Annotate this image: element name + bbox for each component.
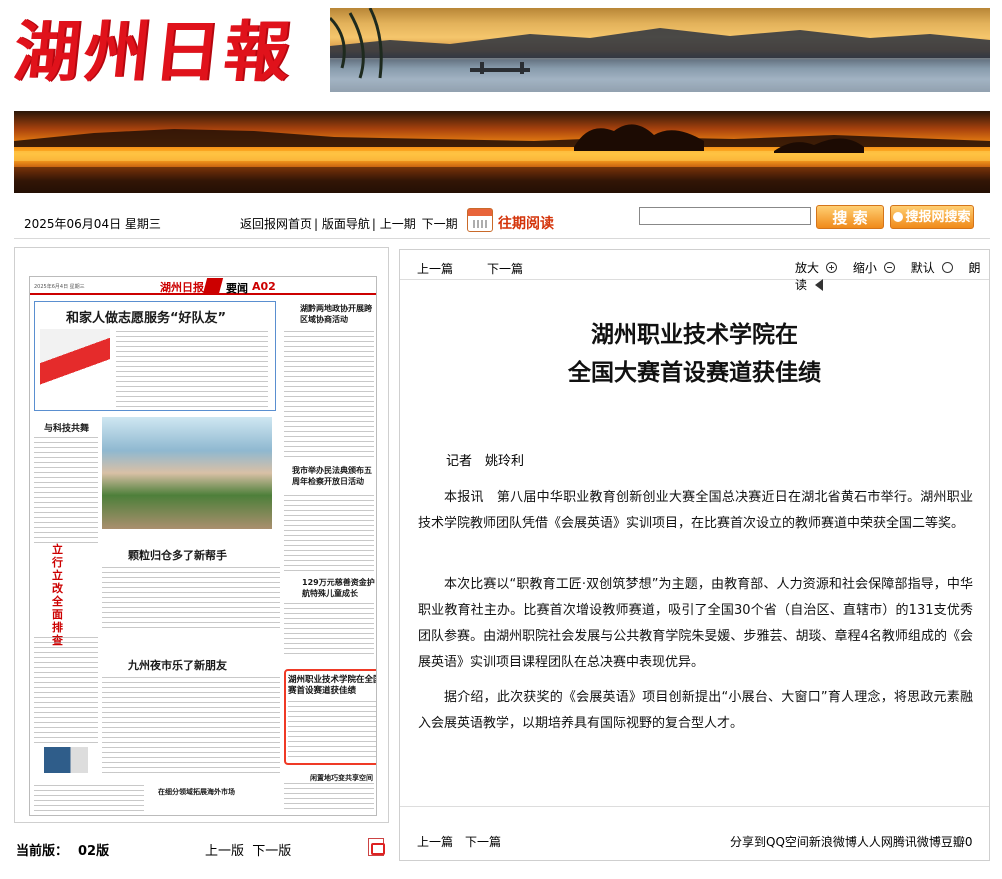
header-banner-sunset — [14, 111, 990, 193]
logo-text: 湖州日報 — [9, 13, 299, 91]
thumb-page-code: A02 — [252, 280, 276, 293]
top-toolbar: 2025年06月04日 星期三 返回报网首页 | 版面导航 | 上一期 下一期 往期… — [14, 203, 990, 239]
thumb-text-block — [102, 677, 280, 777]
link-next-issue[interactable]: 下一期 — [422, 217, 458, 231]
article-byline: 记者 姚玲利 — [446, 454, 525, 469]
article-paragraph-3: 据介绍，此次获奖的《会展英语》项目创新提出“小展台、大窗口”育人理念，将思政元素… — [418, 690, 973, 731]
pdf-icon[interactable] — [368, 838, 385, 856]
bottom-next-article-link[interactable]: 下一篇 — [465, 833, 501, 850]
thumb-headline-5[interactable]: 颗粒归仓多了新帮手 — [128, 547, 227, 563]
current-edition-value: 02版 — [78, 844, 110, 859]
thumb-text-block — [284, 331, 374, 461]
article-paragraph-2: 本次比赛以“职教育工匠·双创筑梦想”为主题，由教育部、人力资源和社会保障部指导，… — [418, 577, 973, 670]
article-title-line-2: 全国大赛首设赛道获佳绩 — [568, 360, 821, 386]
thumb-text-block — [116, 331, 268, 407]
thumb-headline-9[interactable]: 湖州职业技术学院在全国大赛首设赛道获佳绩 — [288, 675, 376, 697]
zoom-out-label: 缩小 — [852, 261, 877, 275]
link-page-nav[interactable]: 版面导航 — [322, 217, 370, 231]
article-top-bar: 上一篇 下一篇 放大 缩小 默认 朗读 — [400, 250, 989, 292]
plus-icon — [826, 262, 838, 273]
thumb-text-block — [34, 637, 98, 743]
prev-page-link[interactable]: 上一版 — [205, 844, 244, 859]
link-home[interactable]: 返回报网首页 — [240, 217, 312, 231]
thumb-text-block — [288, 701, 376, 761]
thumb-image-volunteer — [40, 329, 110, 389]
article-paragraph-1: 本报讯 第八届中华职业教育创新创业大赛全国总决赛近日在湖北省黄石市举行。湖州职业… — [418, 490, 973, 531]
thumb-text-block — [34, 785, 144, 813]
thumb-masthead: 2025年6月4日 星期三 湖州日报 要闻 A02 — [30, 277, 376, 295]
date-text: 2025年06月04日 — [24, 217, 122, 231]
article-title-line-1: 湖州职业技术学院在 — [591, 322, 798, 348]
share-links[interactable]: 分享到QQ空间新浪微博人人网腾讯微博豆瓣0 — [730, 833, 973, 850]
page-navigation: 上一版 下一版 — [205, 840, 291, 859]
thumb-text-block — [102, 567, 280, 631]
banner-lake-scene — [330, 8, 990, 92]
thumb-text-block — [284, 783, 374, 813]
default-size-button[interactable]: 默认 — [911, 261, 959, 275]
page-preview-panel: 2025年6月4日 星期三 湖州日报 要闻 A02 和家人做志愿服务“好队友” … — [14, 247, 389, 823]
thumb-mark — [202, 278, 224, 294]
header-banner-lake — [330, 8, 990, 92]
page-thumbnail[interactable]: 2025年6月4日 星期三 湖州日报 要闻 A02 和家人做志愿服务“好队友” … — [29, 276, 377, 816]
thumb-headline-6[interactable]: 129万元慈善资金护航特殊儿童成长 — [302, 577, 376, 599]
thumb-text-block — [284, 603, 374, 657]
next-article-link[interactable]: 下一篇 — [487, 260, 523, 277]
circle-icon — [941, 262, 953, 273]
past-issues-link[interactable]: 往期阅读 — [498, 213, 554, 233]
thumb-headline-4[interactable]: 我市举办民法典颁布五周年检察开放日活动 — [292, 465, 376, 487]
article-title: 湖州职业技术学院在 全国大赛首设赛道获佳绩 — [400, 316, 989, 392]
thumb-headline-1[interactable]: 和家人做志愿服务“好队友” — [66, 307, 226, 326]
weekday-text: 星期三 — [124, 217, 161, 231]
default-label: 默认 — [910, 261, 935, 275]
thumb-date: 2025年6月4日 星期三 — [34, 284, 85, 290]
thumb-text-block — [34, 437, 98, 547]
bottom-prev-article-link[interactable]: 上一篇 — [417, 833, 453, 850]
thumb-headline-11[interactable]: 在细分领域拓展海外市场 — [158, 787, 235, 797]
thumb-headline-3[interactable]: 与科技共舞 — [44, 421, 89, 434]
article-divider — [400, 806, 989, 807]
thumb-headline-2[interactable]: 湖黔两地政协开展跨区域协商活动 — [300, 303, 376, 325]
thumb-headline-10[interactable]: 闲置地巧变共享空间 — [310, 773, 373, 783]
nav-links: 返回报网首页 | 版面导航 | 上一期 下一期 — [240, 217, 458, 231]
current-edition-label: 当前版： — [16, 844, 69, 859]
font-size-controls: 放大 缩小 默认 朗读 — [795, 259, 989, 293]
site-search-button[interactable]: 搜报网搜索 — [890, 205, 974, 229]
site-search-label: 搜报网搜索 — [905, 210, 971, 225]
zoom-in-button[interactable]: 放大 — [795, 261, 843, 275]
link-prev-issue[interactable]: 上一期 — [380, 217, 416, 231]
search-button[interactable]: 搜 索 — [816, 205, 884, 229]
search-button-label: 搜 索 — [832, 209, 868, 227]
banner-sunset-scene — [14, 124, 990, 193]
thumb-section: 要闻 — [226, 282, 248, 295]
zoom-in-label: 放大 — [795, 261, 820, 275]
article-panel: 上一篇 下一篇 放大 缩小 默认 朗读 湖州职业技术学院在 全国大赛首设赛道获佳… — [399, 249, 990, 861]
thumb-text-block — [284, 495, 374, 575]
speaker-icon — [815, 279, 824, 291]
minus-icon — [883, 262, 895, 273]
thumb-image-robot — [102, 417, 272, 529]
prev-article-link[interactable]: 上一篇 — [417, 260, 453, 277]
site-logo[interactable]: 湖州日報 — [10, 8, 324, 96]
date-display: 2025年06月04日 星期三 — [24, 215, 161, 232]
next-page-link[interactable]: 下一版 — [252, 844, 291, 859]
thumb-qr-image — [44, 747, 88, 773]
zoom-out-button[interactable]: 缩小 — [853, 261, 901, 275]
search-input[interactable] — [639, 207, 811, 225]
current-edition: 当前版： 02版 — [16, 840, 109, 859]
thumb-headline-8[interactable]: 九州夜市乐了新朋友 — [128, 657, 227, 673]
calendar-icon[interactable] — [467, 208, 493, 232]
thumb-name: 湖州日报 — [160, 281, 204, 294]
thumb-headline-7[interactable]: 立行立改 全面排查 — [52, 543, 66, 647]
search-icon — [893, 212, 904, 222]
